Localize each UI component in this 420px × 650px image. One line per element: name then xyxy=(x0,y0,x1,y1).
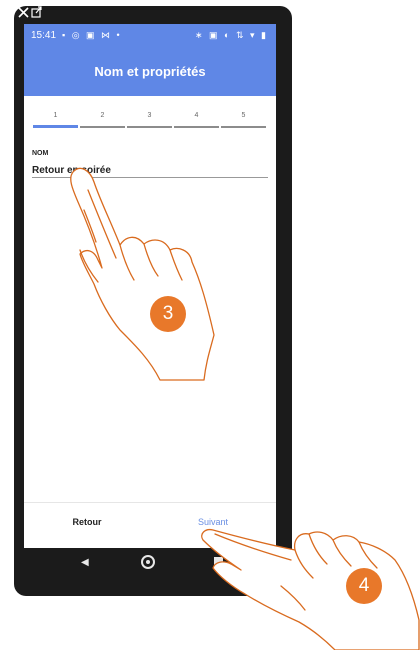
step-5: 5 xyxy=(220,112,267,132)
back-button[interactable]: Retour xyxy=(24,517,150,527)
status-time: 15:41 xyxy=(31,30,57,41)
step-3: 3 xyxy=(126,112,173,132)
step-number: 4 xyxy=(194,112,199,119)
step-bar xyxy=(127,126,172,128)
name-input[interactable]: Retour en soirée xyxy=(32,165,111,176)
step-number: 5 xyxy=(241,112,246,119)
action-bar: Retour Suivant xyxy=(24,502,276,548)
step-number: 1 xyxy=(53,112,58,119)
step-badge-3: 3 xyxy=(150,296,186,332)
system-icons: ∗ ▣ ◐ ⇅ ▾ ▮ xyxy=(195,30,268,40)
page-title: Nom et propriétés xyxy=(94,64,206,79)
status-bar: 15:41 ▪ ◎ ▣ ⋈ • ∗ ▣ ◐ ⇅ ▾ ▮ xyxy=(24,24,276,48)
nav-recents-icon[interactable] xyxy=(214,557,223,566)
name-field-label: NOM xyxy=(32,150,49,157)
close-and-share-icons xyxy=(16,5,56,23)
step-number: 2 xyxy=(100,112,105,119)
nav-home-icon[interactable] xyxy=(141,555,155,569)
app-screen: 15:41 ▪ ◎ ▣ ⋈ • ∗ ▣ ◐ ⇅ ▾ ▮ Nom et propr… xyxy=(24,24,276,548)
android-nav-bar: ◀ xyxy=(24,548,276,578)
input-underline xyxy=(32,177,268,178)
next-button[interactable]: Suivant xyxy=(150,517,276,527)
step-bar xyxy=(80,126,125,128)
nav-back-icon[interactable]: ◀ xyxy=(81,557,89,568)
step-indicator: 1 2 3 4 5 xyxy=(32,112,270,132)
step-bar xyxy=(33,125,78,128)
step-number: 3 xyxy=(147,112,152,119)
step-1: 1 xyxy=(32,112,79,132)
step-4: 4 xyxy=(173,112,220,132)
step-bar xyxy=(174,126,219,128)
notification-icons: ▪ ◎ ▣ ⋈ • xyxy=(62,30,122,40)
step-2: 2 xyxy=(79,112,126,132)
step-badge-4: 4 xyxy=(346,568,382,604)
step-bar xyxy=(221,126,266,128)
app-header: 15:41 ▪ ◎ ▣ ⋈ • ∗ ▣ ◐ ⇅ ▾ ▮ Nom et propr… xyxy=(24,24,276,96)
